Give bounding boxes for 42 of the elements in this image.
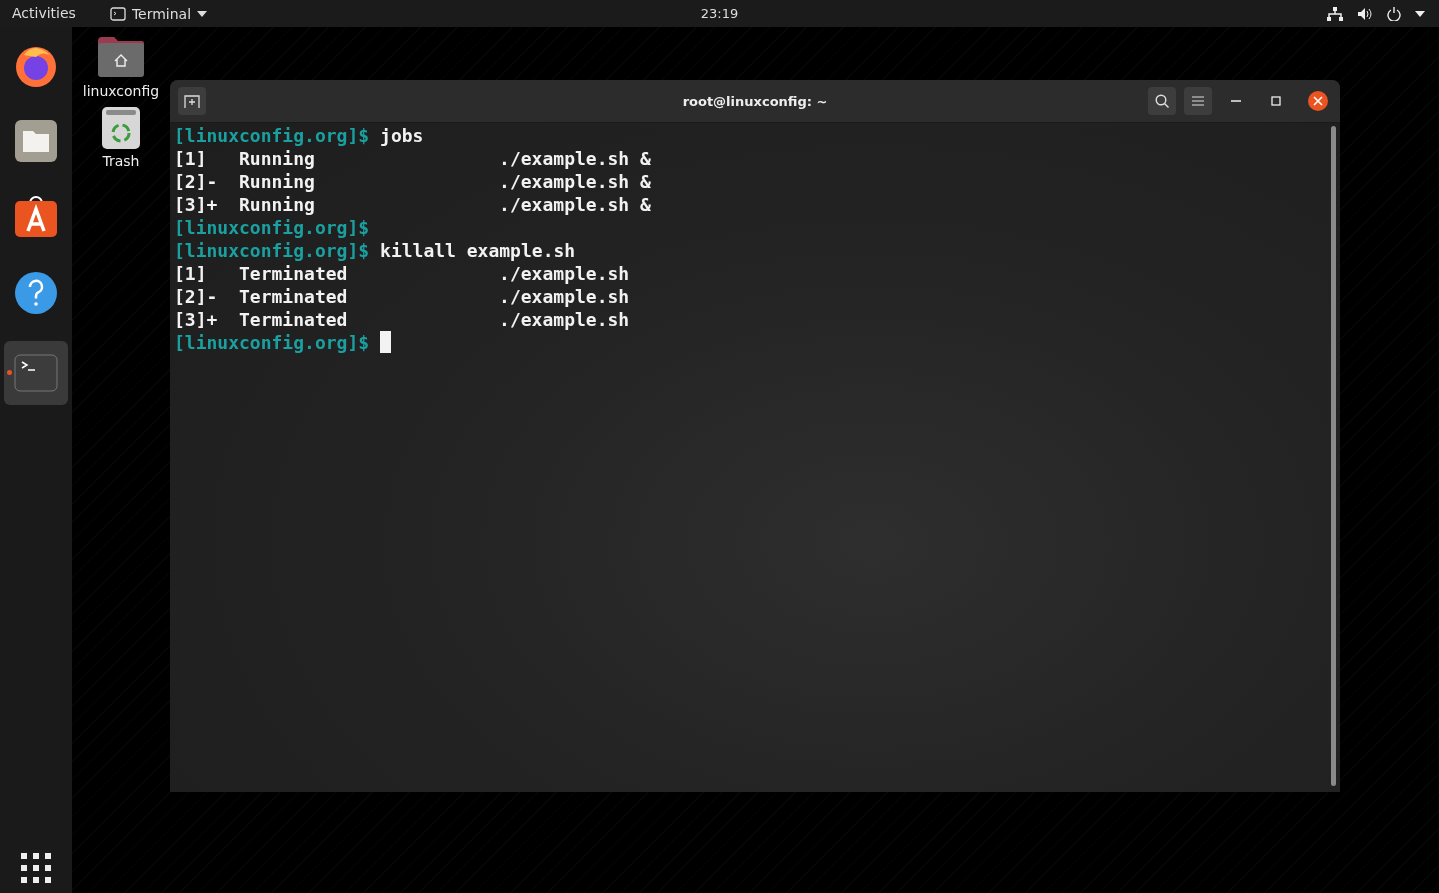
output-text: [1] Running ./example.sh &: [174, 147, 651, 170]
shopping-bag-icon: [14, 195, 58, 239]
app-grid-button[interactable]: [21, 853, 51, 883]
window-title: root@linuxconfig: ~: [682, 93, 828, 109]
search-button[interactable]: [1148, 87, 1176, 115]
running-indicator: [7, 370, 12, 375]
prompt-text: [linuxconfig.org]$: [174, 124, 370, 147]
app-menu[interactable]: Terminal: [109, 5, 208, 22]
terminal-icon: [14, 351, 58, 395]
prompt-text: [linuxconfig.org]$: [174, 239, 370, 262]
question-mark-icon: [14, 271, 58, 315]
scrollbar[interactable]: [1331, 126, 1336, 786]
network-icon: [1327, 6, 1343, 21]
grid-icon: [21, 853, 51, 883]
menu-icon: [1192, 96, 1204, 106]
prompt-text: [linuxconfig.org]$: [174, 216, 370, 239]
caret-icon: [1415, 10, 1425, 17]
new-tab-icon: [184, 94, 200, 108]
output-text: [2]- Terminated ./example.sh: [174, 285, 630, 308]
output-text: [1] Terminated ./example.sh: [174, 262, 630, 285]
icon-label[interactable]: linuxconfig: [82, 83, 160, 99]
prompt-text: [linuxconfig.org]$: [174, 331, 370, 354]
close-icon: [1313, 96, 1323, 106]
close-button[interactable]: [1308, 91, 1328, 111]
clock[interactable]: 23:19: [700, 6, 739, 21]
output-text: [3]+ Running ./example.sh &: [174, 193, 651, 216]
new-tab-button[interactable]: [178, 87, 206, 115]
command-text: jobs: [380, 124, 424, 147]
terminal-icon: [109, 6, 126, 21]
output-text: [2]- Running ./example.sh &: [174, 170, 651, 193]
minimize-icon: [1231, 100, 1241, 102]
folder-icon: [14, 119, 58, 163]
power-icon: [1387, 6, 1401, 21]
caret-icon: [197, 10, 208, 17]
output-text: [3]+ Terminated ./example.sh: [174, 308, 630, 331]
maximize-icon: [1271, 96, 1281, 106]
search-icon: [1155, 94, 1169, 108]
menu-button[interactable]: [1184, 87, 1212, 115]
icon-label[interactable]: Trash: [102, 153, 140, 169]
volume-icon: [1357, 6, 1373, 21]
activities-button[interactable]: Activities: [0, 0, 88, 27]
command-text: killall example.sh: [380, 239, 576, 262]
